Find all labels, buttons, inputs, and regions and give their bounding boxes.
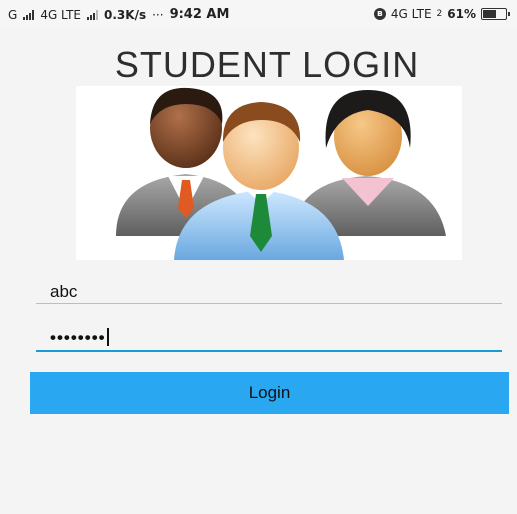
password-field[interactable]: •••••••• — [36, 324, 502, 354]
status-left: G 4G LTE 0.3K/s ··· 9:42 AM — [8, 7, 229, 22]
username-underline — [36, 303, 502, 304]
password-masked-text: •••••••• — [50, 328, 106, 347]
page-title: STUDENT LOGIN — [114, 44, 420, 85]
more-dots: ··· — [152, 7, 164, 22]
status-right: ʙ 4G LTE 2 61% — [373, 7, 510, 21]
username-field[interactable]: abc — [36, 278, 502, 306]
status-bar: G 4G LTE 0.3K/s ··· 9:42 AM ʙ 4G LTE 2 6… — [0, 0, 517, 28]
signal-icon — [23, 9, 35, 20]
network-label: 4G LTE — [40, 7, 82, 22]
password-underline — [36, 350, 502, 352]
text-cursor — [106, 328, 109, 346]
bluetooth-icon: ʙ — [373, 8, 386, 20]
network-speed: 0.3K/s — [104, 7, 147, 22]
network-sim-index: 2 — [436, 9, 443, 19]
username-value[interactable]: abc — [50, 282, 77, 302]
network-label-right: 4G LTE — [390, 7, 432, 21]
battery-percent: 61% — [447, 7, 476, 21]
signal-icon — [87, 9, 99, 20]
login-button[interactable]: Login — [30, 372, 509, 414]
clock: 9:42 AM — [169, 7, 230, 22]
battery-icon — [481, 8, 510, 20]
battery-fill — [483, 10, 496, 18]
carrier-label: G — [8, 7, 18, 22]
students-group-icon — [76, 86, 462, 260]
password-value[interactable]: •••••••• — [50, 328, 109, 348]
